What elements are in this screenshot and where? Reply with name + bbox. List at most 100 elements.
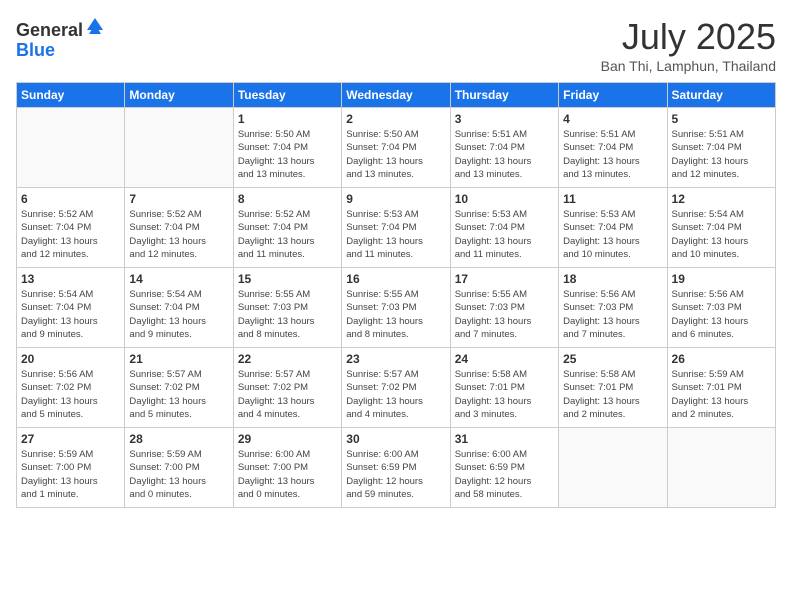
- calendar-cell: 15 Sunrise: 5:55 AM Sunset: 7:03 PM Dayli…: [233, 268, 341, 348]
- calendar-cell: [17, 108, 125, 188]
- calendar-cell: 28 Sunrise: 5:59 AM Sunset: 7:00 PM Dayli…: [125, 428, 233, 508]
- day-info: Sunrise: 5:57 AM Sunset: 7:02 PM Dayligh…: [129, 368, 228, 421]
- month-title: July 2025: [601, 16, 776, 58]
- day-info: Sunrise: 5:54 AM Sunset: 7:04 PM Dayligh…: [21, 288, 120, 341]
- calendar-cell: 6 Sunrise: 5:52 AM Sunset: 7:04 PM Daylig…: [17, 188, 125, 268]
- day-info: Sunrise: 5:58 AM Sunset: 7:01 PM Dayligh…: [563, 368, 662, 421]
- calendar-week-2: 13 Sunrise: 5:54 AM Sunset: 7:04 PM Dayli…: [17, 268, 776, 348]
- day-info: Sunrise: 5:51 AM Sunset: 7:04 PM Dayligh…: [455, 128, 554, 181]
- calendar-cell: 29 Sunrise: 6:00 AM Sunset: 7:00 PM Dayli…: [233, 428, 341, 508]
- logo: General Blue: [16, 16, 105, 61]
- calendar-cell: 10 Sunrise: 5:53 AM Sunset: 7:04 PM Dayli…: [450, 188, 558, 268]
- weekday-header-monday: Monday: [125, 83, 233, 108]
- calendar-cell: 9 Sunrise: 5:53 AM Sunset: 7:04 PM Daylig…: [342, 188, 450, 268]
- day-number: 30: [346, 432, 445, 446]
- calendar-header-row: SundayMondayTuesdayWednesdayThursdayFrid…: [17, 83, 776, 108]
- day-info: Sunrise: 5:56 AM Sunset: 7:03 PM Dayligh…: [672, 288, 771, 341]
- day-number: 13: [21, 272, 120, 286]
- weekday-header-wednesday: Wednesday: [342, 83, 450, 108]
- day-info: Sunrise: 5:57 AM Sunset: 7:02 PM Dayligh…: [346, 368, 445, 421]
- day-number: 9: [346, 192, 445, 206]
- page-header: General Blue July 2025 Ban Thi, Lamphun,…: [16, 16, 776, 74]
- day-number: 16: [346, 272, 445, 286]
- day-info: Sunrise: 6:00 AM Sunset: 7:00 PM Dayligh…: [238, 448, 337, 501]
- day-info: Sunrise: 5:57 AM Sunset: 7:02 PM Dayligh…: [238, 368, 337, 421]
- calendar-cell: 5Sunrise: 5:51 AM Sunset: 7:04 PM Daylig…: [667, 108, 775, 188]
- day-number: 12: [672, 192, 771, 206]
- day-info: Sunrise: 5:53 AM Sunset: 7:04 PM Dayligh…: [346, 208, 445, 261]
- day-info: Sunrise: 5:55 AM Sunset: 7:03 PM Dayligh…: [455, 288, 554, 341]
- calendar-cell: 26 Sunrise: 5:59 AM Sunset: 7:01 PM Dayli…: [667, 348, 775, 428]
- calendar-week-3: 20 Sunrise: 5:56 AM Sunset: 7:02 PM Dayli…: [17, 348, 776, 428]
- calendar-table: SundayMondayTuesdayWednesdayThursdayFrid…: [16, 82, 776, 508]
- day-number: 21: [129, 352, 228, 366]
- day-info: Sunrise: 6:00 AM Sunset: 6:59 PM Dayligh…: [455, 448, 554, 501]
- day-info: Sunrise: 5:51 AM Sunset: 7:04 PM Dayligh…: [563, 128, 662, 181]
- day-number: 4: [563, 112, 662, 126]
- day-info: Sunrise: 5:59 AM Sunset: 7:00 PM Dayligh…: [129, 448, 228, 501]
- calendar-week-1: 6 Sunrise: 5:52 AM Sunset: 7:04 PM Daylig…: [17, 188, 776, 268]
- day-number: 15: [238, 272, 337, 286]
- day-number: 28: [129, 432, 228, 446]
- day-number: 31: [455, 432, 554, 446]
- calendar-cell: [125, 108, 233, 188]
- day-number: 7: [129, 192, 228, 206]
- day-number: 20: [21, 352, 120, 366]
- calendar-cell: 30Sunrise: 6:00 AM Sunset: 6:59 PM Dayli…: [342, 428, 450, 508]
- calendar-cell: 4 Sunrise: 5:51 AM Sunset: 7:04 PM Daylig…: [559, 108, 667, 188]
- day-info: Sunrise: 5:55 AM Sunset: 7:03 PM Dayligh…: [238, 288, 337, 341]
- calendar-cell: 18Sunrise: 5:56 AM Sunset: 7:03 PM Dayli…: [559, 268, 667, 348]
- day-info: Sunrise: 5:56 AM Sunset: 7:02 PM Dayligh…: [21, 368, 120, 421]
- day-info: Sunrise: 5:52 AM Sunset: 7:04 PM Dayligh…: [238, 208, 337, 261]
- calendar-cell: 17Sunrise: 5:55 AM Sunset: 7:03 PM Dayli…: [450, 268, 558, 348]
- weekday-header-sunday: Sunday: [17, 83, 125, 108]
- calendar-week-0: 1 Sunrise: 5:50 AM Sunset: 7:04 PM Daylig…: [17, 108, 776, 188]
- day-number: 6: [21, 192, 120, 206]
- calendar-cell: [559, 428, 667, 508]
- day-number: 26: [672, 352, 771, 366]
- day-info: Sunrise: 5:52 AM Sunset: 7:04 PM Dayligh…: [21, 208, 120, 261]
- day-info: Sunrise: 5:59 AM Sunset: 7:01 PM Dayligh…: [672, 368, 771, 421]
- day-number: 2: [346, 112, 445, 126]
- calendar-cell: 14Sunrise: 5:54 AM Sunset: 7:04 PM Dayli…: [125, 268, 233, 348]
- calendar-cell: 11 Sunrise: 5:53 AM Sunset: 7:04 PM Dayli…: [559, 188, 667, 268]
- calendar-cell: 12 Sunrise: 5:54 AM Sunset: 7:04 PM Dayli…: [667, 188, 775, 268]
- logo-general: General: [16, 20, 83, 40]
- calendar-cell: 31 Sunrise: 6:00 AM Sunset: 6:59 PM Dayli…: [450, 428, 558, 508]
- day-info: Sunrise: 5:51 AM Sunset: 7:04 PM Dayligh…: [672, 128, 771, 181]
- day-info: Sunrise: 5:53 AM Sunset: 7:04 PM Dayligh…: [455, 208, 554, 261]
- day-info: Sunrise: 5:52 AM Sunset: 7:04 PM Dayligh…: [129, 208, 228, 261]
- day-info: Sunrise: 5:58 AM Sunset: 7:01 PM Dayligh…: [455, 368, 554, 421]
- calendar-cell: [667, 428, 775, 508]
- day-number: 8: [238, 192, 337, 206]
- day-number: 14: [129, 272, 228, 286]
- location-subtitle: Ban Thi, Lamphun, Thailand: [601, 58, 776, 74]
- day-number: 29: [238, 432, 337, 446]
- day-info: Sunrise: 5:55 AM Sunset: 7:03 PM Dayligh…: [346, 288, 445, 341]
- day-info: Sunrise: 5:54 AM Sunset: 7:04 PM Dayligh…: [672, 208, 771, 261]
- day-number: 11: [563, 192, 662, 206]
- weekday-header-thursday: Thursday: [450, 83, 558, 108]
- calendar-cell: 1 Sunrise: 5:50 AM Sunset: 7:04 PM Daylig…: [233, 108, 341, 188]
- logo-icon: [85, 16, 105, 36]
- day-number: 18: [563, 272, 662, 286]
- calendar-cell: 22Sunrise: 5:57 AM Sunset: 7:02 PM Dayli…: [233, 348, 341, 428]
- calendar-cell: 25Sunrise: 5:58 AM Sunset: 7:01 PM Dayli…: [559, 348, 667, 428]
- weekday-header-saturday: Saturday: [667, 83, 775, 108]
- day-info: Sunrise: 5:50 AM Sunset: 7:04 PM Dayligh…: [346, 128, 445, 181]
- calendar-cell: 23Sunrise: 5:57 AM Sunset: 7:02 PM Dayli…: [342, 348, 450, 428]
- day-info: Sunrise: 5:50 AM Sunset: 7:04 PM Dayligh…: [238, 128, 337, 181]
- calendar-week-4: 27Sunrise: 5:59 AM Sunset: 7:00 PM Dayli…: [17, 428, 776, 508]
- logo-blue: Blue: [16, 40, 55, 60]
- weekday-header-tuesday: Tuesday: [233, 83, 341, 108]
- day-number: 24: [455, 352, 554, 366]
- title-block: July 2025 Ban Thi, Lamphun, Thailand: [601, 16, 776, 74]
- day-number: 1: [238, 112, 337, 126]
- calendar-cell: 19Sunrise: 5:56 AM Sunset: 7:03 PM Dayli…: [667, 268, 775, 348]
- calendar-cell: 16 Sunrise: 5:55 AM Sunset: 7:03 PM Dayli…: [342, 268, 450, 348]
- calendar-cell: 13 Sunrise: 5:54 AM Sunset: 7:04 PM Dayli…: [17, 268, 125, 348]
- calendar-cell: 27Sunrise: 5:59 AM Sunset: 7:00 PM Dayli…: [17, 428, 125, 508]
- day-number: 10: [455, 192, 554, 206]
- day-info: Sunrise: 5:53 AM Sunset: 7:04 PM Dayligh…: [563, 208, 662, 261]
- calendar-cell: 2 Sunrise: 5:50 AM Sunset: 7:04 PM Daylig…: [342, 108, 450, 188]
